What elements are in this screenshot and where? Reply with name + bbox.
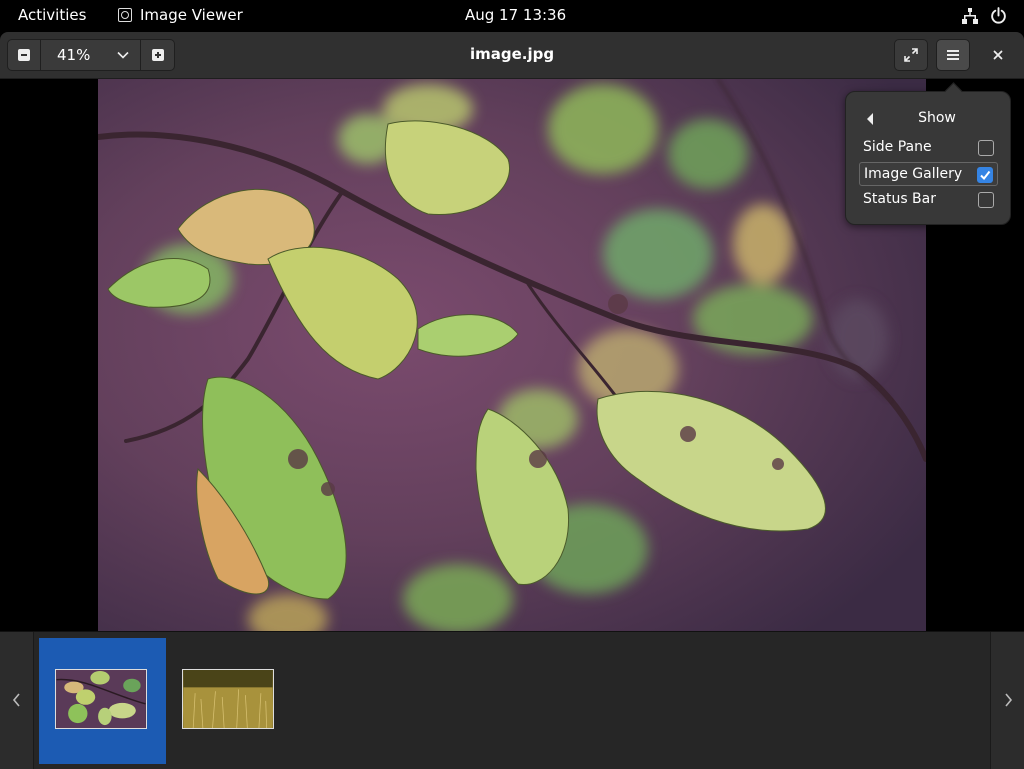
hamburger-menu-icon [947, 50, 959, 60]
close-window-button[interactable] [990, 47, 1006, 63]
gallery-previous-button[interactable] [0, 632, 34, 769]
gallery-next-button[interactable] [990, 632, 1024, 769]
main-menu-button[interactable] [936, 39, 970, 71]
window-header-bar: 41% image.jpg [0, 32, 1024, 79]
side-pane-toggle[interactable]: Side Pane [859, 136, 998, 160]
status-bar-checkbox[interactable] [978, 192, 994, 208]
window-title: image.jpg [469, 45, 555, 63]
chevron-left-icon [12, 693, 20, 707]
side-pane-label: Side Pane [863, 139, 932, 155]
view-options-popover: Show Side Pane Image Gallery Status Bar [845, 82, 1012, 225]
thumbnail-grass-field[interactable] [182, 669, 274, 729]
image-gallery-toggle[interactable]: Image Gallery [859, 162, 998, 186]
image-viewer-app-icon [118, 8, 132, 22]
status-bar-label: Status Bar [863, 191, 937, 207]
thumbnail-leaves[interactable] [55, 669, 147, 729]
image-gallery-checkbox[interactable] [977, 167, 993, 183]
app-menu-label: Image Viewer [140, 6, 243, 24]
image-gallery-label: Image Gallery [864, 166, 963, 182]
status-bar-toggle[interactable]: Status Bar [859, 188, 998, 212]
checkmark-icon [980, 170, 991, 181]
app-menu[interactable]: Image Viewer [118, 6, 243, 24]
image-gallery [0, 631, 1024, 769]
clock[interactable]: Aug 17 13:36 [465, 6, 566, 24]
main-image[interactable] [98, 79, 926, 631]
chevron-right-icon [1005, 693, 1013, 707]
network-wired-icon[interactable] [962, 8, 978, 24]
fullscreen-button[interactable] [894, 39, 928, 71]
popover-title[interactable]: Show [846, 110, 1012, 126]
fullscreen-icon [904, 48, 918, 62]
side-pane-checkbox[interactable] [978, 140, 994, 156]
activities-button[interactable]: Activities [18, 6, 86, 24]
gnome-top-bar: Activities Image Viewer Aug 17 13:36 [0, 0, 1024, 32]
power-icon[interactable] [990, 7, 1007, 24]
